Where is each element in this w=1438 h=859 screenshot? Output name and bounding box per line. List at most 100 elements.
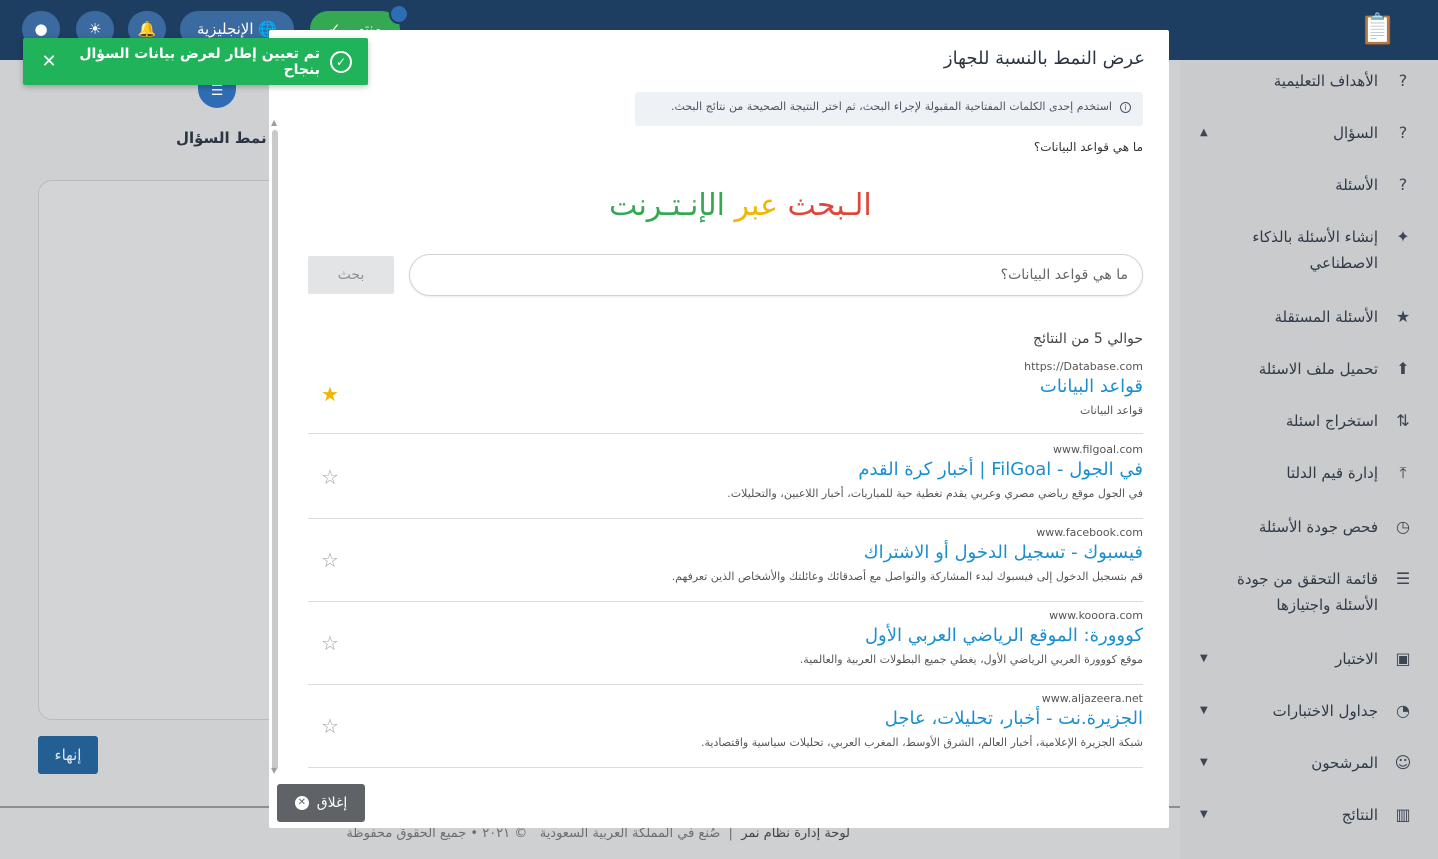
star-filled-icon[interactable]: ★ (321, 382, 339, 406)
close-modal-button[interactable]: إغلاق ✕ (277, 784, 365, 822)
scroll-down-icon[interactable]: ▼ (271, 766, 277, 775)
close-label: إغلاق (316, 795, 348, 811)
sidebar-item-label: الأسئلة (1335, 176, 1378, 194)
result-title-link[interactable]: كووورة: الموقع الرياضي العربي الأول (865, 625, 1143, 646)
chevron-down-icon[interactable]: ▼ (1200, 646, 1208, 672)
sidebar-item[interactable]: ? السؤال ▲ (1194, 120, 1414, 146)
result-title-link[interactable]: فيسبوك - تسجيل الدخول أو الاشتراك (864, 542, 1143, 563)
check-circle-icon: ✓ (330, 50, 352, 73)
step-label: نمط السؤال (176, 129, 267, 147)
scroll-thumb[interactable] (272, 130, 278, 770)
sidebar-item-label: الأهداف التعليمية (1273, 72, 1378, 90)
result-url: www.aljazeera.net (1041, 692, 1143, 705)
result-title-link[interactable]: في الجول - FilGoal | أخبار كرة القدم (858, 459, 1143, 480)
info-icon: i (1120, 102, 1131, 113)
result-url: www.kooora.com (1049, 609, 1143, 622)
swap-vertical-icon: ⇅ (1396, 411, 1410, 430)
sidebar-item-label: فحص جودة الأسئلة (1258, 518, 1378, 536)
result-title-link[interactable]: الجزيرة.نت - أخبار، تحليلات، عاجل (885, 708, 1143, 729)
scroll-up-icon[interactable]: ▲ (271, 118, 277, 127)
close-circle-icon: ✕ (294, 796, 309, 810)
clock-icon: ◔ (1396, 701, 1410, 720)
sparkle-icon: ✦ (1396, 227, 1410, 246)
sidebar-item[interactable]: ☰ قائمة التحقق من جودة الأسئلة واجتيازها (1194, 566, 1414, 618)
instructions-box: i استخدم إحدى الكلمات المفتاحية المقبولة … (635, 92, 1143, 126)
sidebar-item-label: المرشحون (1311, 754, 1378, 772)
questions-stack-icon: ? (1398, 175, 1408, 194)
sidebar-item[interactable]: ⇅ استخراج اسئلة (1194, 408, 1414, 434)
search-result: https://Database.com قواعد البيانات قواعد … (308, 352, 1143, 434)
brand-part: الإنـتـرنت (609, 188, 725, 223)
sidebar: ? الأهداف التعليمية? السؤال ▲? الأسئلة ✦ إنشاء… (1180, 60, 1438, 859)
sidebar-item[interactable]: ⬆ تحميل ملف الاسئلة (1194, 356, 1414, 382)
star-outline-icon[interactable]: ☆ (321, 631, 339, 655)
results-count: حوالي 5 من النتائج (1033, 331, 1143, 347)
star-outline-icon[interactable]: ☆ (321, 714, 339, 738)
exam-logo-icon: 📋 (1359, 12, 1397, 47)
sidebar-item[interactable]: ◔ جداول الاختبارات ▼ (1194, 698, 1414, 724)
sidebar-item-label: السؤال (1333, 124, 1378, 142)
sidebar-item-label: الاختبار (1335, 650, 1378, 668)
checklist-icon: ☰ (1395, 569, 1411, 588)
sidebar-item-label: النتائج (1341, 806, 1378, 824)
status-dot (389, 4, 409, 24)
sidebar-item-label: الأسئلة المستقلة (1274, 308, 1378, 326)
footer: لوحة إدارة نظام نمر | صُنع في المملكة ال… (346, 826, 850, 841)
sidebar-item-label: استخراج اسئلة (1285, 412, 1378, 430)
footer-made-in: صُنع في المملكة العربية السعودية (539, 826, 721, 841)
star-outline-icon[interactable]: ☆ (321, 465, 339, 489)
sidebar-item[interactable]: ☺ المرشحون ▼ (1194, 750, 1414, 776)
clipboard-clock-icon: ◷ (1396, 517, 1410, 536)
sidebar-item-label: إنشاء الأسئلة بالذكاء الاصطناعي (1252, 228, 1378, 272)
finish-button[interactable]: إنهاء (38, 736, 98, 774)
sidebar-item[interactable]: ✦ إنشاء الأسئلة بالذكاء الاصطناعي (1194, 224, 1414, 276)
sidebar-item-label: إدارة قيم الدلتا (1286, 464, 1378, 482)
search-input[interactable] (409, 254, 1143, 296)
result-title-link[interactable]: قواعد البيانات (1040, 376, 1143, 397)
help-box-icon: ? (1398, 71, 1408, 90)
search-result: www.aljazeera.net الجزيرة.نت - أخبار، تحل… (308, 684, 1143, 768)
result-description: قواعد البيانات (1080, 404, 1143, 417)
sidebar-item[interactable]: ▥ النتائج ▼ (1194, 802, 1414, 828)
sidebar-item[interactable]: ▣ الاختبار ▼ (1194, 646, 1414, 672)
result-url: www.filgoal.com (1053, 443, 1143, 456)
search-brand-logo: الـبحث عبر الإنـتـرنت (609, 188, 872, 223)
chevron-down-icon[interactable]: ▼ (1200, 802, 1208, 828)
search-result: www.facebook.com فيسبوك - تسجيل الدخول أو… (308, 518, 1143, 602)
sidebar-item[interactable]: ⤒ إدارة قيم الدلتا (1194, 460, 1414, 486)
close-icon[interactable]: ✕ (39, 51, 59, 72)
result-description: موقع كووورة العربي الرياضي الأول، يغطي ج… (799, 653, 1143, 666)
result-description: شبكة الجزيرة الإعلامية، أخبار العالم، ال… (701, 736, 1143, 749)
star-icon: ★ (1395, 307, 1411, 326)
star-outline-icon[interactable]: ☆ (321, 548, 339, 572)
sidebar-item[interactable]: ◷ فحص جودة الأسئلة (1194, 514, 1414, 540)
bar-chart-icon: ▥ (1395, 805, 1411, 824)
question-square-icon: ? (1398, 123, 1408, 142)
content-panel (38, 180, 298, 720)
sidebar-item[interactable]: ? الأسئلة (1194, 172, 1414, 198)
modal-title: عرض النمط بالنسبة للجهاز (943, 48, 1145, 69)
footer-rights: © ٢٠٢١ • جميع الحقوق محفوظة (346, 826, 528, 841)
device-preview-modal: عرض النمط بالنسبة للجهاز ▲ ▼ i استخدم إحد… (269, 30, 1169, 828)
result-url: https://Database.com (1024, 360, 1143, 373)
sidebar-item-label: تحميل ملف الاسئلة (1258, 360, 1378, 378)
users-icon: ☺ (1394, 753, 1412, 772)
chevron-up-icon[interactable]: ▲ (1200, 120, 1208, 146)
search-result: www.filgoal.com في الجول - FilGoal | أخبا… (308, 435, 1143, 519)
sidebar-item[interactable]: ★ الأسئلة المستقلة (1194, 304, 1414, 330)
upload-icon: ⤒ (1399, 463, 1407, 482)
modal-scrollbar[interactable]: ▲ ▼ (271, 118, 279, 786)
search-button[interactable]: بحث (308, 256, 394, 294)
chevron-down-icon[interactable]: ▼ (1200, 698, 1208, 724)
success-toast: ✓ تم تعيين إطار لعرض بيانات السؤال بنجاح… (23, 38, 368, 85)
result-description: في الجول موقع رياضي مصري وعربي يقدم تغطي… (727, 487, 1143, 500)
instructions-text: استخدم إحدى الكلمات المفتاحية المقبولة ل… (671, 100, 1112, 113)
sidebar-item-label: جداول الاختبارات (1272, 702, 1378, 720)
question-text: ما هي قواعد البيانات؟ (1033, 140, 1143, 154)
search-result: www.kooora.com كووورة: الموقع الرياضي الع… (308, 601, 1143, 685)
result-url: www.facebook.com (1036, 526, 1143, 539)
sidebar-item[interactable]: ? الأهداف التعليمية (1194, 68, 1414, 94)
footer-brand: لوحة إدارة نظام نمر (741, 826, 850, 841)
file-upload-icon: ⬆ (1396, 359, 1410, 378)
chevron-down-icon[interactable]: ▼ (1200, 750, 1208, 776)
